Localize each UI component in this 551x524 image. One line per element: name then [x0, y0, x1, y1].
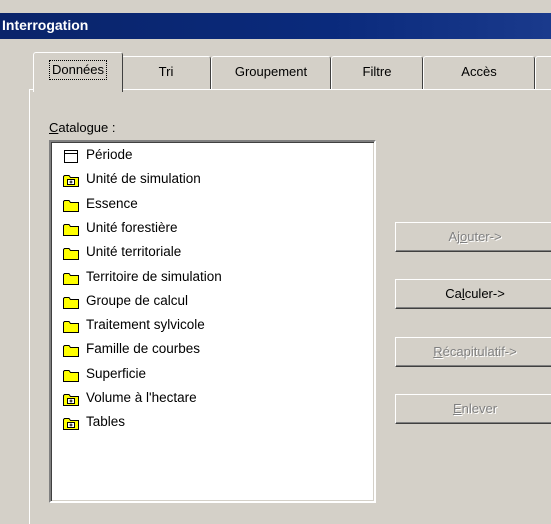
tab-filtre[interactable]: Filtre [331, 56, 423, 90]
interrogation-dialog: Interrogation Données Tri Groupement Fil… [0, 0, 551, 524]
tab-label: Tri [158, 64, 174, 79]
tab-label: Groupement [234, 64, 308, 79]
tab-label: Accès [461, 64, 497, 79]
tab-label: Filtre [362, 64, 392, 79]
tab-acces[interactable]: Accès [423, 56, 535, 90]
window-title: Interrogation [2, 17, 89, 33]
tab-groupement[interactable]: Groupement [211, 56, 331, 90]
tab-label: Données [48, 60, 108, 80]
tab-next-partial[interactable] [535, 56, 551, 90]
tab-tri[interactable]: Tri [121, 56, 211, 90]
title-bar[interactable]: Interrogation [0, 13, 551, 39]
tab-panel [29, 89, 551, 524]
tab-donnees[interactable]: Données [33, 52, 123, 92]
